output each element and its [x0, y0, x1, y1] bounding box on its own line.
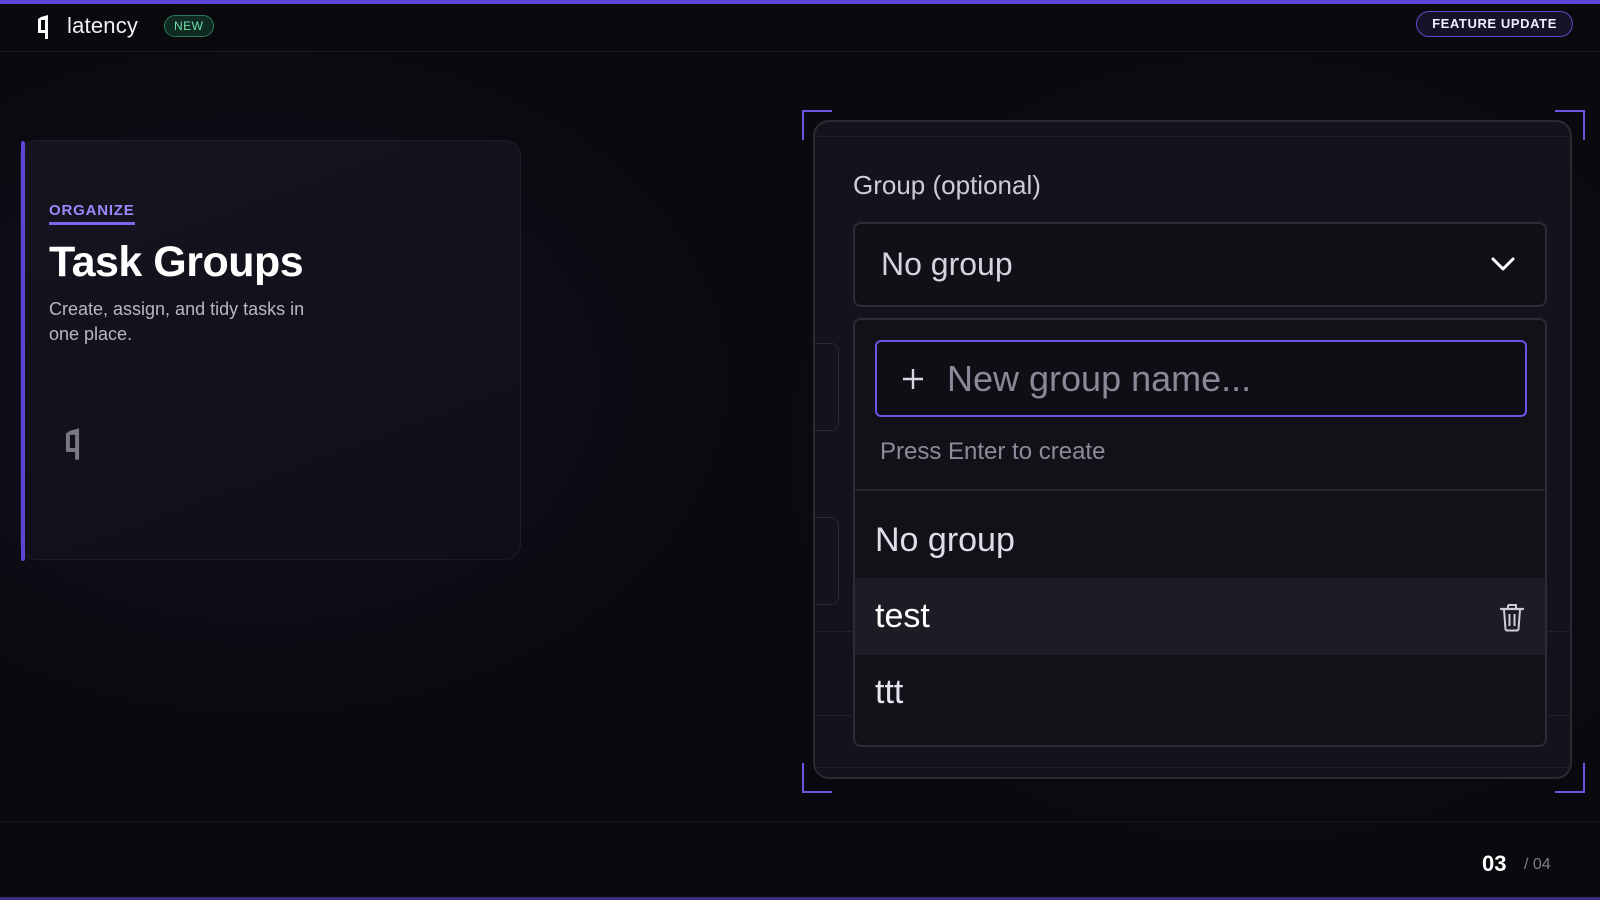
group-option-no-group[interactable]: No group — [855, 502, 1545, 579]
trash-icon[interactable] — [1499, 602, 1525, 632]
group-option-label: test — [875, 597, 930, 635]
background-field — [815, 517, 839, 605]
group-option-test[interactable]: test — [855, 578, 1545, 655]
group-dropdown-menu: Press Enter to create No group test ttt — [853, 318, 1547, 747]
header: latency NEW FEATURE UPDATE — [0, 4, 1600, 52]
group-select[interactable]: No group — [853, 222, 1547, 307]
latency-logo-icon — [38, 15, 48, 39]
chevron-down-icon — [1491, 257, 1515, 271]
card-description: Create, assign, and tidy tasks in one pl… — [49, 299, 305, 344]
latency-logo-icon — [65, 428, 80, 460]
group-label: Group (optional) — [853, 170, 1041, 200]
plus-icon — [903, 368, 923, 389]
background-field — [815, 343, 839, 431]
group-option-label: ttt — [875, 673, 904, 711]
page-current: 03 — [1482, 851, 1507, 876]
task-dialog: Group (optional) No group Press Enter to… — [813, 120, 1572, 779]
create-hint: Press Enter to create — [880, 438, 1106, 465]
card-accent-bar — [21, 141, 25, 561]
new-badge: NEW — [164, 15, 214, 37]
dropdown-divider — [855, 489, 1545, 491]
new-group-input-wrapper[interactable] — [875, 340, 1527, 417]
card-title: Task Groups — [49, 238, 304, 286]
feature-update-pill: FEATURE UPDATE — [1416, 11, 1573, 37]
group-select-value: No group — [881, 246, 1013, 282]
group-option-label: No group — [875, 521, 1015, 559]
new-group-input[interactable] — [947, 357, 1525, 400]
group-option-ttt[interactable]: ttt — [855, 654, 1545, 731]
feature-card: ORGANIZE Task Groups Create, assign, and… — [20, 140, 521, 561]
brand-name: latency — [67, 13, 139, 38]
page-total: / 04 — [1524, 856, 1551, 873]
card-eyebrow: ORGANIZE — [49, 202, 135, 225]
footer-divider — [0, 821, 1600, 822]
